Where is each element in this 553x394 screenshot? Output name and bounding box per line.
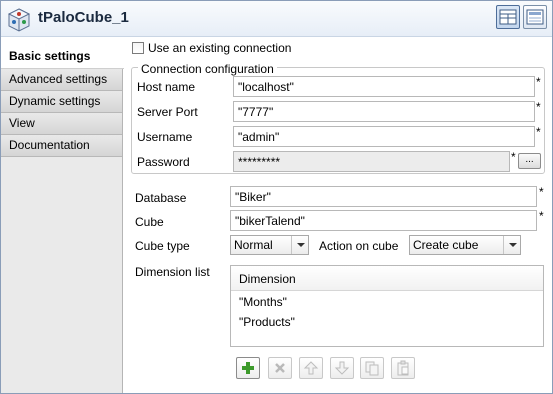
required-marker: *	[539, 185, 544, 199]
table-row[interactable]: "Products"	[231, 311, 543, 331]
component-title: tPaloCube_1	[38, 9, 129, 26]
paste-button[interactable]	[391, 357, 415, 379]
move-down-button[interactable]	[330, 357, 354, 379]
connection-configuration-label: Connection configuration	[138, 62, 277, 76]
copy-icon	[365, 361, 379, 376]
database-input[interactable]	[230, 186, 537, 207]
paste-icon	[397, 360, 409, 376]
password-label: Password	[137, 155, 190, 169]
add-row-button[interactable]	[236, 357, 260, 379]
cube-type-label: Cube type	[135, 239, 190, 253]
password-browse-button[interactable]: ...	[518, 153, 541, 169]
tab-advanced-settings[interactable]: Advanced settings	[1, 69, 122, 91]
remove-icon	[275, 363, 285, 373]
compact-view-button[interactable]	[523, 5, 547, 29]
component-title-bar: tPaloCube_1	[1, 1, 552, 37]
database-label: Database	[135, 191, 187, 205]
dimension-list-label: Dimension list	[135, 265, 210, 279]
dimension-column-header[interactable]: Dimension	[231, 266, 543, 291]
palo-cube-icon	[7, 8, 31, 32]
cube-input[interactable]	[230, 210, 537, 231]
add-icon	[242, 362, 254, 374]
action-on-cube-label: Action on cube	[319, 239, 399, 253]
grid-view-button[interactable]	[496, 5, 520, 29]
copy-button[interactable]	[360, 357, 384, 379]
tab-basic-settings[interactable]: Basic settings	[1, 38, 124, 69]
compact-view-icon	[526, 9, 544, 25]
cube-type-select[interactable]: Normal	[230, 235, 309, 255]
action-on-cube-value: Create cube	[413, 238, 479, 252]
host-name-input[interactable]	[233, 76, 535, 97]
required-marker: *	[511, 150, 516, 164]
settings-tabs: Basic settings Advanced settings Dynamic…	[1, 38, 124, 393]
grid-view-icon	[499, 9, 517, 25]
password-input[interactable]	[233, 151, 510, 172]
chevron-down-icon	[291, 236, 308, 254]
required-marker: *	[536, 125, 541, 139]
username-input[interactable]	[233, 126, 535, 147]
required-marker: *	[536, 75, 541, 89]
required-marker: *	[539, 209, 544, 223]
username-label: Username	[137, 130, 193, 144]
cube-type-value: Normal	[234, 238, 273, 252]
move-up-icon	[303, 361, 319, 375]
tab-dynamic-settings[interactable]: Dynamic settings	[1, 91, 122, 113]
chevron-down-icon	[503, 236, 520, 254]
tab-documentation[interactable]: Documentation	[1, 135, 122, 157]
component-settings-panel: tPaloCube_1 Basic settings Advanced sett…	[0, 0, 553, 394]
move-down-icon	[334, 361, 350, 375]
server-port-label: Server Port	[137, 105, 198, 119]
use-existing-connection-checkbox[interactable]	[132, 42, 144, 54]
move-up-button[interactable]	[299, 357, 323, 379]
host-name-label: Host name	[137, 80, 196, 94]
server-port-input[interactable]	[233, 101, 535, 122]
tab-view[interactable]: View	[1, 113, 122, 135]
action-on-cube-select[interactable]: Create cube	[409, 235, 521, 255]
required-marker: *	[536, 100, 541, 114]
remove-row-button[interactable]	[268, 357, 292, 379]
table-row[interactable]: "Months"	[231, 291, 543, 311]
cube-label: Cube	[135, 215, 164, 229]
use-existing-connection-label: Use an existing connection	[148, 41, 292, 55]
dimension-table: Dimension "Months" "Products"	[230, 265, 544, 347]
